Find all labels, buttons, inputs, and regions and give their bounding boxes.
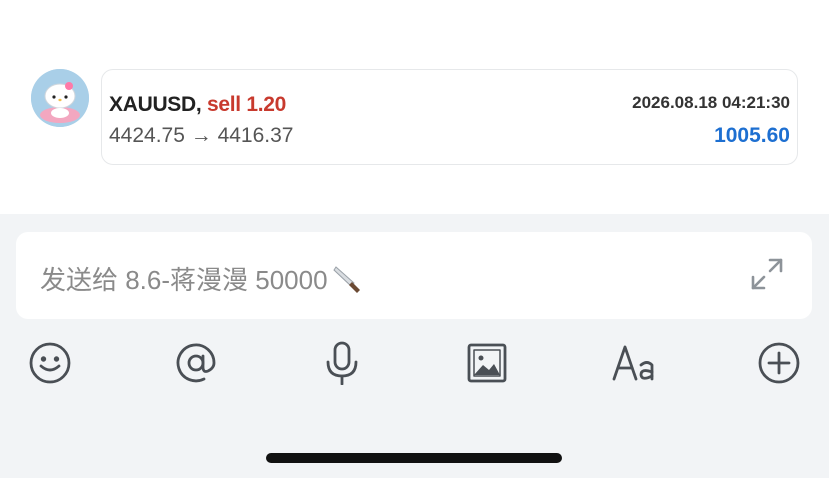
input-placeholder: 发送给 8.6-蒋漫漫 50000 <box>40 260 364 302</box>
font-format-icon[interactable] <box>611 341 655 385</box>
knife-emoji-icon <box>330 261 364 302</box>
expand-icon[interactable] <box>749 256 785 292</box>
image-icon[interactable] <box>465 341 509 385</box>
home-indicator[interactable] <box>266 453 562 463</box>
trade-message-card[interactable]: XAUUSD, sell 1.20 4424.75 → 4416.37 2026… <box>101 69 798 165</box>
profit-value: 1005.60 <box>714 124 790 147</box>
placeholder-text: 发送给 8.6-蒋漫漫 50000 <box>40 265 328 295</box>
chat-area: XAUUSD, sell 1.20 4424.75 → 4416.37 2026… <box>0 0 829 214</box>
composer-area: 发送给 8.6-蒋漫漫 50000 <box>0 214 829 478</box>
timestamp: 2026.08.18 04:21:30 <box>632 93 790 112</box>
mention-icon[interactable] <box>174 341 218 385</box>
message-input[interactable]: 发送给 8.6-蒋漫漫 50000 <box>16 232 812 319</box>
emoji-icon[interactable] <box>28 341 72 385</box>
microphone-icon[interactable] <box>320 341 364 385</box>
trade-side: sell <box>206 93 241 116</box>
trade-title: XAUUSD, sell 1.20 <box>109 93 286 117</box>
add-icon[interactable] <box>757 341 801 385</box>
trade-volume: 1.20 <box>246 93 287 116</box>
symbol: XAUUSD, <box>109 93 202 116</box>
avatar[interactable] <box>31 69 89 127</box>
price-change: 4424.75 → 4416.37 <box>109 124 294 147</box>
